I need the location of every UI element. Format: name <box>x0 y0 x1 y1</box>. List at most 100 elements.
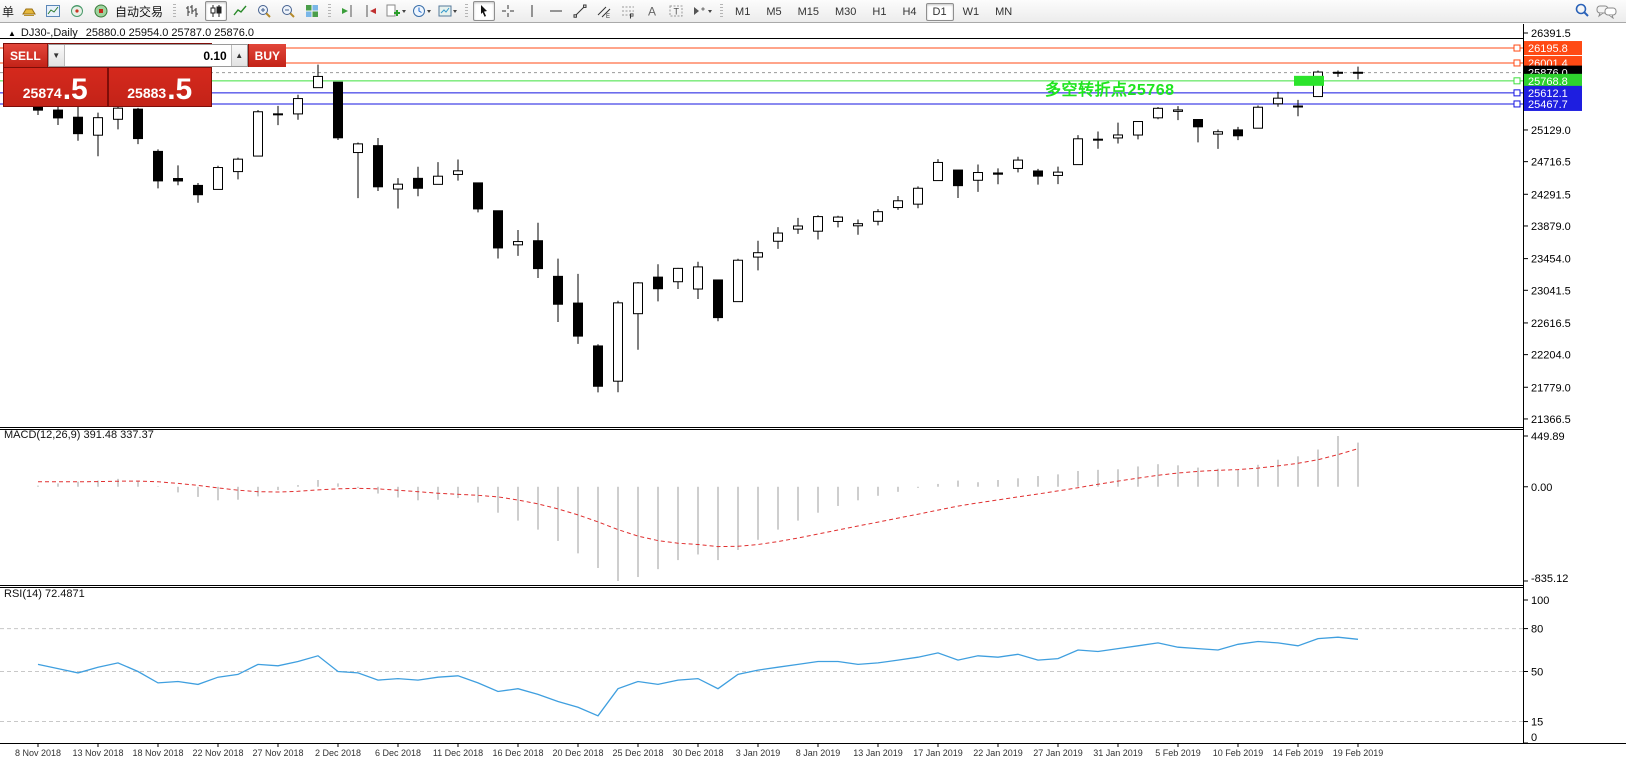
timeframe-w1[interactable]: W1 <box>956 3 987 21</box>
svg-text:-835.12: -835.12 <box>1531 573 1568 585</box>
chart-canvas[interactable]: 26391.525129.024716.524291.523879.023454… <box>0 0 1626 771</box>
rsi-axis[interactable]: 1008050150 <box>1523 595 1549 744</box>
svg-text:21366.5: 21366.5 <box>1531 414 1571 426</box>
candlestick-chart-icon[interactable] <box>205 1 227 21</box>
toolbar-grip <box>328 4 331 19</box>
text-icon[interactable]: A <box>641 1 663 21</box>
svg-text:31 Jan 2019: 31 Jan 2019 <box>1093 748 1143 758</box>
svg-text:23041.5: 23041.5 <box>1531 285 1571 297</box>
chart-shift-icon[interactable] <box>360 1 382 21</box>
timeframe-m5[interactable]: M5 <box>759 3 788 21</box>
annotation-text[interactable]: 多空转折点25768 <box>1045 76 1175 100</box>
periods-icon[interactable] <box>410 1 434 21</box>
horizontal-line-icon[interactable] <box>545 1 567 21</box>
market-watch-icon[interactable] <box>66 1 88 21</box>
macd-label: MACD(12,26,9) 391.48 337.37 <box>4 429 154 441</box>
time-axis[interactable]: 8 Nov 2018 13 Nov 2018 18 Nov 2018 22 Nov 2… <box>15 743 1383 758</box>
auto-scroll-icon[interactable] <box>336 1 358 21</box>
chat-icon[interactable] <box>1595 1 1619 21</box>
sell-button[interactable]: SELL <box>4 44 48 67</box>
volume-input[interactable] <box>65 45 231 66</box>
templates-icon[interactable] <box>436 1 460 21</box>
timeframe-d1[interactable]: D1 <box>926 3 954 21</box>
rsi-level-lines <box>0 629 1523 722</box>
indicators-add-icon[interactable] <box>384 1 408 21</box>
sell-price-display[interactable]: 25874 .5 <box>4 68 107 106</box>
zoom-out-icon[interactable] <box>277 1 299 21</box>
rsi-line <box>38 637 1358 716</box>
timeframe-m30[interactable]: M30 <box>828 3 863 21</box>
svg-text:17 Jan 2019: 17 Jan 2019 <box>913 748 963 758</box>
timeframe-mn[interactable]: MN <box>988 3 1019 21</box>
svg-text:23454.0: 23454.0 <box>1531 254 1571 266</box>
timeframe-toolbar: M1M5M15M30H1H4D1W1MN <box>727 2 1020 20</box>
toolbar-grip <box>465 4 468 19</box>
chart-symbol: DJ30-,Daily <box>21 27 78 39</box>
zoom-in-icon[interactable] <box>253 1 275 21</box>
timeframe-h4[interactable]: H4 <box>895 3 923 21</box>
svg-text:13 Nov 2018: 13 Nov 2018 <box>72 748 123 758</box>
svg-text:18 Nov 2018: 18 Nov 2018 <box>132 748 183 758</box>
svg-text:50: 50 <box>1531 667 1543 679</box>
collapse-triangle-icon[interactable]: ▲ <box>8 29 16 38</box>
svg-text:5 Feb 2019: 5 Feb 2019 <box>1155 748 1201 758</box>
buy-button[interactable]: BUY <box>248 44 286 67</box>
buy-price-display[interactable]: 25883 .5 <box>109 68 212 106</box>
crosshair-icon[interactable] <box>497 1 519 21</box>
svg-text:11 Dec 2018: 11 Dec 2018 <box>433 748 483 758</box>
svg-text:26391.5: 26391.5 <box>1531 28 1571 40</box>
trend-line-icon[interactable] <box>569 1 591 21</box>
cursor-icon[interactable] <box>473 1 495 21</box>
text-label-icon[interactable]: T <box>665 1 687 21</box>
svg-text:22204.0: 22204.0 <box>1531 350 1571 362</box>
svg-text:30 Dec 2018: 30 Dec 2018 <box>672 748 723 758</box>
svg-text:0.00: 0.00 <box>1531 482 1552 494</box>
svg-text:449.89: 449.89 <box>1531 431 1565 443</box>
equidistant-channel-icon[interactable]: E <box>593 1 615 21</box>
autotrading-label[interactable]: 自动交易 <box>115 3 163 20</box>
line-chart-icon[interactable] <box>229 1 251 21</box>
volume-increase-button[interactable]: ▲ <box>231 45 247 66</box>
svg-text:27 Nov 2018: 27 Nov 2018 <box>252 748 303 758</box>
timeframe-m15[interactable]: M15 <box>791 3 826 21</box>
svg-text:14 Feb 2019: 14 Feb 2019 <box>1273 748 1324 758</box>
svg-text:13 Jan 2019: 13 Jan 2019 <box>853 748 903 758</box>
volume-decrease-button[interactable]: ▼ <box>49 45 65 66</box>
svg-text:15: 15 <box>1531 717 1543 729</box>
svg-text:2 Dec 2018: 2 Dec 2018 <box>315 748 361 758</box>
autotrading-icon[interactable] <box>90 1 112 21</box>
svg-text:0: 0 <box>1531 732 1537 744</box>
sell-price-main: 25874 <box>23 85 62 101</box>
arrows-icon[interactable] <box>689 1 715 21</box>
one-click-trading-panel: SELL ▼ ▲ BUY 25874 .5 25883 .5 <box>3 43 212 107</box>
volume-stepper: ▼ ▲ <box>48 44 248 67</box>
new-order-icon[interactable] <box>18 1 40 21</box>
price-axis[interactable]: 26391.525129.024716.524291.523879.023454… <box>1523 28 1582 426</box>
new-order-label[interactable]: 单 <box>2 3 14 20</box>
svg-text:8 Nov 2018: 8 Nov 2018 <box>15 748 61 758</box>
macd-axis[interactable]: 449.89 0.00 -835.12 <box>1523 431 1568 585</box>
svg-text:27 Jan 2019: 27 Jan 2019 <box>1033 748 1083 758</box>
mt4-window: 单 自动交易 <box>0 0 1626 771</box>
pane-frames <box>0 24 1626 744</box>
macd-pane[interactable] <box>38 436 1358 581</box>
timeframe-h1[interactable]: H1 <box>865 3 893 21</box>
svg-text:26195.8: 26195.8 <box>1528 43 1568 55</box>
highlight-bar[interactable] <box>1294 76 1324 86</box>
tile-windows-icon[interactable] <box>301 1 323 21</box>
bar-chart-icon[interactable] <box>181 1 203 21</box>
timeframe-m1[interactable]: M1 <box>728 3 757 21</box>
svg-text:3 Jan 2019: 3 Jan 2019 <box>736 748 781 758</box>
svg-text:25129.0: 25129.0 <box>1531 125 1571 137</box>
fibonacci-icon[interactable]: F <box>617 1 639 21</box>
charts-window-icon[interactable] <box>42 1 64 21</box>
vertical-line-icon[interactable] <box>521 1 543 21</box>
svg-text:25467.7: 25467.7 <box>1528 99 1568 111</box>
svg-text:24716.5: 24716.5 <box>1531 157 1571 169</box>
svg-text:8 Jan 2019: 8 Jan 2019 <box>796 748 841 758</box>
search-icon[interactable] <box>1571 1 1593 21</box>
chart-ohlc-values: 25880.0 25954.0 25787.0 25876.0 <box>86 27 254 39</box>
toolbar-grip <box>173 4 176 19</box>
sell-price-fraction: .5 <box>63 77 88 103</box>
svg-text:22 Nov 2018: 22 Nov 2018 <box>192 748 243 758</box>
